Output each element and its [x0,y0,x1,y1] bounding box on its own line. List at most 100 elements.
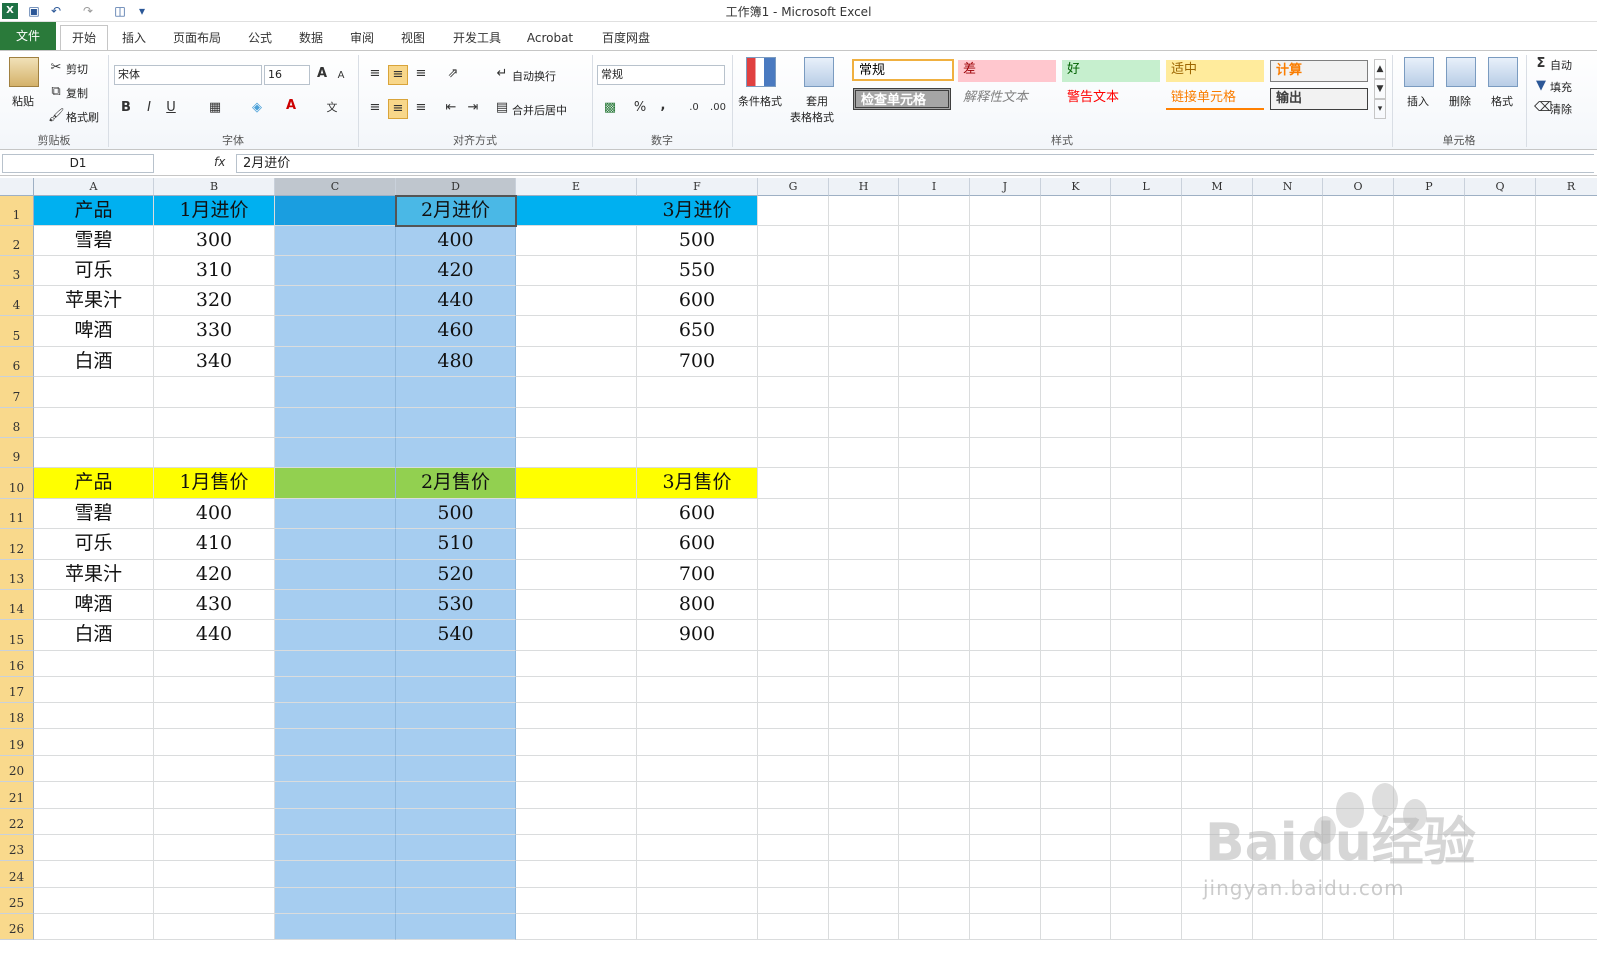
cell-e7[interactable] [516,377,637,408]
column-header-a[interactable]: A [34,178,154,196]
tab-developer[interactable]: 开发工具 [447,26,507,50]
cell-p19[interactable] [1394,729,1465,756]
column-header-n[interactable]: N [1253,178,1323,196]
cell-q9[interactable] [1465,438,1536,468]
row-header-14[interactable]: 14 [0,590,34,620]
cell-g10[interactable] [758,468,829,499]
cell-a21[interactable] [34,782,154,809]
cell-i16[interactable] [899,651,970,677]
cell-r20[interactable] [1536,756,1597,782]
cell-h1[interactable] [829,196,899,226]
column-header-o[interactable]: O [1323,178,1394,196]
cell-m4[interactable] [1182,286,1253,316]
cell-j9[interactable] [970,438,1041,468]
style-warning[interactable]: 警告文本 [1062,88,1160,110]
cell-a10[interactable]: 产品 [34,468,154,499]
cell-h25[interactable] [829,888,899,914]
cell-r4[interactable] [1536,286,1597,316]
cell-o5[interactable] [1323,316,1394,347]
cell-a5[interactable]: 啤酒 [34,316,154,347]
cell-g6[interactable] [758,347,829,377]
cell-k21[interactable] [1041,782,1111,809]
cell-n13[interactable] [1253,560,1323,590]
cell-r17[interactable] [1536,677,1597,703]
cell-e13[interactable] [516,560,637,590]
tab-file[interactable]: 文件 [0,22,56,50]
font-color-icon[interactable]: A [282,97,300,115]
cell-e16[interactable] [516,651,637,677]
cell-d19[interactable] [396,729,516,756]
cell-b3[interactable]: 310 [154,256,275,286]
cell-d16[interactable] [396,651,516,677]
cell-m14[interactable] [1182,590,1253,620]
cell-i1[interactable] [899,196,970,226]
cell-b9[interactable] [154,438,275,468]
cell-j5[interactable] [970,316,1041,347]
wrap-text-button[interactable]: 自动换行 [512,68,556,84]
cell-f12[interactable]: 600 [637,529,758,560]
cell-r15[interactable] [1536,620,1597,651]
cell-b6[interactable]: 340 [154,347,275,377]
format-painter-button[interactable]: 格式刷 [66,109,99,125]
cell-k8[interactable] [1041,408,1111,438]
cell-j2[interactable] [970,226,1041,256]
cell-e11[interactable] [516,499,637,529]
cell-i17[interactable] [899,677,970,703]
format-as-table-button-line2[interactable]: 表格格式 [790,109,834,125]
clear-button[interactable]: 清除 [1550,101,1594,117]
cell-g4[interactable] [758,286,829,316]
tab-baidu-netdisk[interactable]: 百度网盘 [594,26,658,50]
cell-m9[interactable] [1182,438,1253,468]
cell-b19[interactable] [154,729,275,756]
cell-n19[interactable] [1253,729,1323,756]
cell-r6[interactable] [1536,347,1597,377]
cell-r19[interactable] [1536,729,1597,756]
cell-g7[interactable] [758,377,829,408]
cell-b7[interactable] [154,377,275,408]
row-header-18[interactable]: 18 [0,703,34,729]
fill-button[interactable]: 填充 [1550,79,1594,95]
cell-k16[interactable] [1041,651,1111,677]
delete-cells-button[interactable]: 删除 [1449,93,1471,109]
cell-k2[interactable] [1041,226,1111,256]
name-box[interactable]: D1 [2,154,154,173]
cell-g13[interactable] [758,560,829,590]
cell-c23[interactable] [275,835,396,861]
cell-l1[interactable] [1111,196,1182,226]
cell-f15[interactable]: 900 [637,620,758,651]
cell-r8[interactable] [1536,408,1597,438]
cell-j12[interactable] [970,529,1041,560]
cell-j23[interactable] [970,835,1041,861]
cell-b11[interactable]: 400 [154,499,275,529]
cell-d22[interactable] [396,809,516,835]
conditional-format-button[interactable]: 条件格式 [738,93,782,109]
cell-e8[interactable] [516,408,637,438]
cell-f11[interactable]: 600 [637,499,758,529]
cell-c22[interactable] [275,809,396,835]
cell-r18[interactable] [1536,703,1597,729]
cell-f9[interactable] [637,438,758,468]
cell-i10[interactable] [899,468,970,499]
cell-e24[interactable] [516,861,637,888]
cell-g22[interactable] [758,809,829,835]
cell-o14[interactable] [1323,590,1394,620]
cell-q12[interactable] [1465,529,1536,560]
cell-d2[interactable]: 400 [396,226,516,256]
cell-b2[interactable]: 300 [154,226,275,256]
cell-h16[interactable] [829,651,899,677]
cell-c5[interactable] [275,316,396,347]
cell-i24[interactable] [899,861,970,888]
cell-e1[interactable] [516,196,637,226]
cell-g25[interactable] [758,888,829,914]
cell-e2[interactable] [516,226,637,256]
column-header-c[interactable]: C [275,178,396,196]
cell-k15[interactable] [1041,620,1111,651]
paste-button[interactable]: 粘贴 [12,93,34,109]
cell-k20[interactable] [1041,756,1111,782]
row-header-25[interactable]: 25 [0,888,34,914]
row-header-20[interactable]: 20 [0,756,34,782]
cell-j14[interactable] [970,590,1041,620]
cell-n1[interactable] [1253,196,1323,226]
styles-scroll-up-icon[interactable]: ▲ [1374,59,1386,79]
cell-m15[interactable] [1182,620,1253,651]
